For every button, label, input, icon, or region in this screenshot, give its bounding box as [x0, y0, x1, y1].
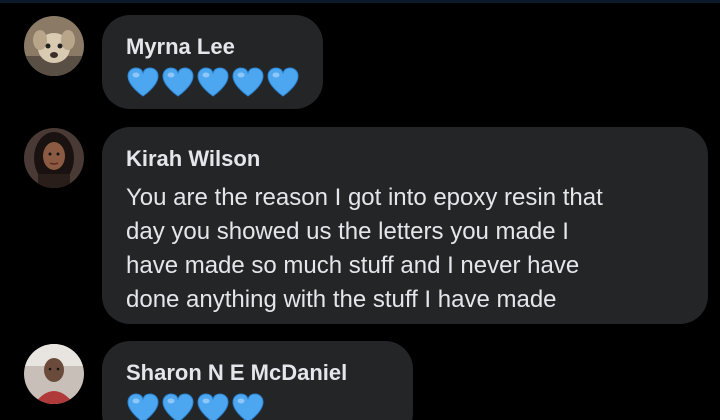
- blue-heart-icon: [162, 393, 194, 420]
- person-avatar-icon: [24, 344, 84, 404]
- blue-heart-icon: [127, 67, 159, 97]
- comment-text: You are the reason I got into epoxy resi…: [126, 181, 686, 317]
- comment-text-line: done anything with the stuff I have made: [126, 286, 557, 313]
- blue-heart-icon: [232, 393, 264, 420]
- comment-bubble-sharon-mcdaniel[interactable]: Sharon N E McDaniel: [102, 341, 413, 420]
- blue-heart-icon: [197, 393, 229, 420]
- comment-author[interactable]: Sharon N E McDaniel: [126, 359, 391, 387]
- blue-heart-icon: [162, 67, 194, 97]
- avatar-kirah-wilson[interactable]: [24, 128, 84, 188]
- comment-text-line: have made so much stuff and I never have: [126, 252, 580, 279]
- heart-row: [126, 65, 301, 99]
- comment-text-line: You are the reason I got into epoxy resi…: [126, 184, 603, 211]
- comment-bubble-myrna-lee[interactable]: Myrna Lee: [102, 15, 323, 109]
- heart-row: [126, 391, 391, 420]
- blue-heart-icon: [267, 67, 299, 97]
- comment-bubble-kirah-wilson[interactable]: Kirah Wilson You are the reason I got in…: [102, 127, 708, 324]
- comment-text-line: day you showed us the letters you made I: [126, 218, 569, 245]
- comment-author[interactable]: Myrna Lee: [126, 33, 301, 61]
- blue-heart-icon: [127, 393, 159, 420]
- avatar-sharon-mcdaniel[interactable]: [24, 344, 84, 404]
- top-divider: [0, 0, 720, 3]
- person-avatar-icon: [24, 128, 84, 188]
- dog-avatar-icon: [24, 16, 84, 76]
- comment-author[interactable]: Kirah Wilson: [126, 145, 686, 173]
- blue-heart-icon: [232, 67, 264, 97]
- blue-heart-icon: [197, 67, 229, 97]
- avatar-myrna-lee[interactable]: [24, 16, 84, 76]
